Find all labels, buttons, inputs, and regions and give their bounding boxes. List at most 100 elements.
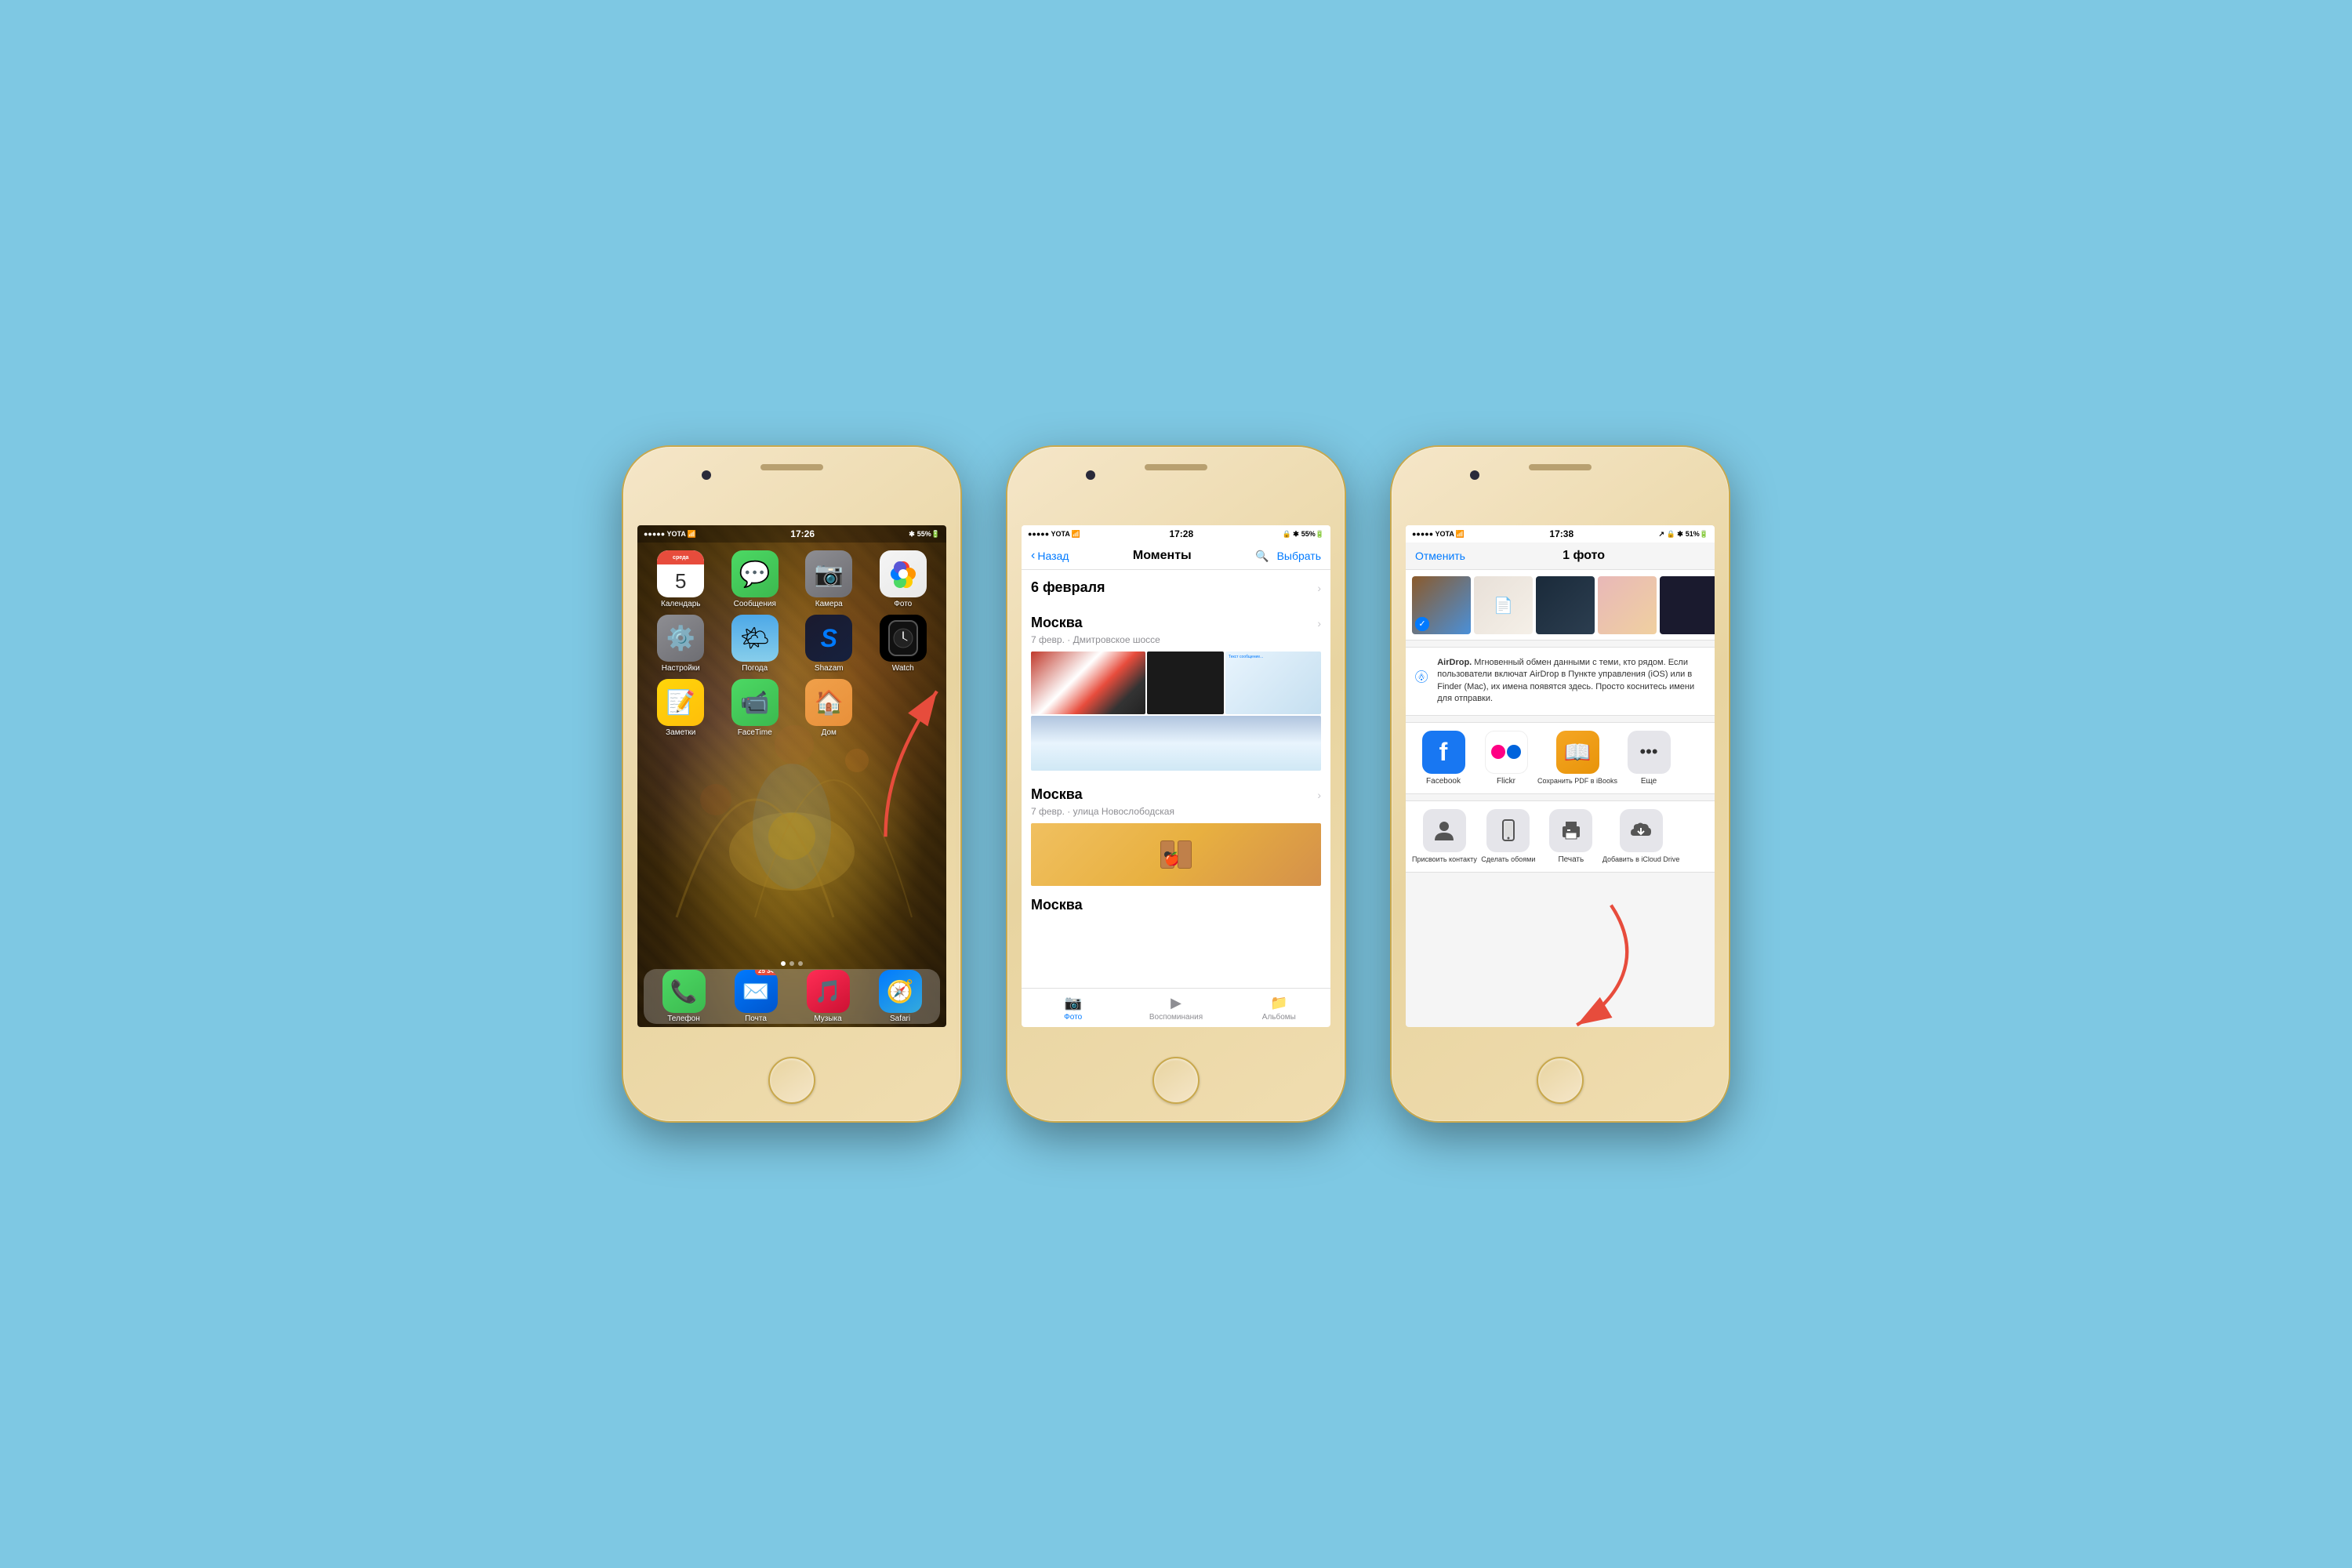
- photos-content: 6 февраля › Москва › 7 февр. · Дмитровск…: [1022, 570, 1330, 988]
- time-1: 17:26: [790, 528, 815, 539]
- dot-2: [789, 961, 794, 966]
- home-button-2[interactable]: [1152, 1057, 1200, 1104]
- icloud-label: Добавить в iCloud Drive: [1602, 855, 1680, 863]
- thumb-4[interactable]: [1598, 576, 1657, 634]
- thumb-blue-text[interactable]: Текст сообщение...: [1225, 652, 1321, 714]
- home-button-1[interactable]: [768, 1057, 815, 1104]
- home-button-3[interactable]: [1537, 1057, 1584, 1104]
- chevron-moscow1: ›: [1317, 617, 1321, 630]
- tab-memories-label: Воспоминания: [1149, 1013, 1203, 1022]
- thumb-snow[interactable]: [1031, 716, 1321, 771]
- thumb-dark[interactable]: [1147, 652, 1224, 714]
- thumb-text: Текст сообщение...: [1229, 655, 1263, 659]
- dock-mail[interactable]: ✉️ 25 340 Почта: [735, 970, 778, 1023]
- thumb-5[interactable]: [1660, 576, 1715, 634]
- wallpaper-icon: [1486, 809, 1530, 852]
- wifi-icon-1: 📶: [688, 530, 696, 539]
- calendar-day: 5: [675, 569, 686, 593]
- thumb-selected[interactable]: ✓: [1412, 576, 1471, 634]
- share-app: ●●●●● YOTA 📶 17:38 ↗ 🔒 ✱ 51%🔋 Отменить 1…: [1406, 525, 1715, 1027]
- action-icloud[interactable]: Добавить в iCloud Drive: [1602, 809, 1680, 864]
- dock-safari[interactable]: 🧭 Safari: [879, 970, 922, 1023]
- app-settings[interactable]: ⚙️ Настройки: [647, 615, 715, 673]
- phone-thumb-1: 🍎: [1160, 840, 1174, 869]
- dot-3: [798, 961, 803, 966]
- dock-music[interactable]: 🎵 Музыка: [807, 970, 850, 1023]
- ibooks-label: Сохранить PDF в iBooks: [1537, 777, 1617, 785]
- photos-icon-svg: [887, 558, 919, 590]
- calendar-label: Календарь: [661, 600, 700, 608]
- action-contact[interactable]: Присвоить контакту: [1412, 809, 1477, 864]
- section-moscow2[interactable]: Москва ›: [1022, 777, 1330, 806]
- person-svg: [1432, 818, 1456, 842]
- status-left-3: ●●●●● YOTA 📶: [1412, 530, 1465, 539]
- app-weather[interactable]: 🌤 Погода: [721, 615, 789, 673]
- tab-photos[interactable]: 📷 Фото: [1022, 989, 1124, 1027]
- thumb-phones-img: 🍎: [1031, 823, 1321, 886]
- camera-dot-3: [1470, 470, 1479, 480]
- phone-icon: 📞: [662, 970, 706, 1013]
- cancel-button[interactable]: Отменить: [1415, 550, 1465, 562]
- safari-icon: 🧭: [879, 970, 922, 1013]
- share-ibooks[interactable]: 📖 Сохранить PDF в iBooks: [1537, 731, 1617, 786]
- app-camera[interactable]: 📷 Камера: [795, 550, 863, 608]
- section-moscow3[interactable]: Москва: [1022, 887, 1330, 916]
- city-moscow3: Москва: [1031, 897, 1083, 913]
- thumb-2[interactable]: 📄: [1474, 576, 1533, 634]
- action-print[interactable]: Печать: [1540, 809, 1602, 864]
- app-watch[interactable]: Watch: [869, 615, 938, 673]
- phone-1-wrapper: ●●●●● YOTA 📶 17:26 ✱ 55%🔋: [623, 447, 960, 1121]
- time-3: 17:38: [1549, 528, 1573, 539]
- search-button[interactable]: 🔍: [1255, 550, 1269, 563]
- contact-icon: [1423, 809, 1466, 852]
- thumb-3-img: [1536, 576, 1595, 634]
- chevron-feb6: ›: [1317, 582, 1321, 594]
- time-2: 17:28: [1169, 528, 1193, 539]
- bt-icon-1: ✱: [909, 530, 915, 539]
- thumb-phones[interactable]: 🍎: [1031, 823, 1321, 886]
- camera-dot-1: [702, 470, 711, 480]
- weather-label: Погода: [742, 664, 768, 673]
- home-label: Дом: [822, 728, 837, 737]
- tab-memories-icon: ▶: [1171, 995, 1181, 1011]
- safari-label: Safari: [890, 1014, 910, 1023]
- select-button[interactable]: Выбрать: [1277, 550, 1321, 563]
- airdrop-description: AirDrop. Мгновенный обмен данными с теми…: [1437, 657, 1705, 706]
- app-facetime[interactable]: 📹 FaceTime: [721, 679, 789, 737]
- action-wallpaper[interactable]: Сделать обоями: [1477, 809, 1540, 864]
- status-bar-2: ●●●●● YOTA 📶 17:28 🔒 ✱ 55%🔋: [1022, 525, 1330, 543]
- icloud-icon: [1620, 809, 1663, 852]
- app-home[interactable]: 🏠 Дом: [795, 679, 863, 737]
- section-feb6[interactable]: 6 февраля ›: [1022, 570, 1330, 599]
- share-flickr[interactable]: Flickr: [1475, 731, 1537, 786]
- music-icon: 🎵: [807, 970, 850, 1013]
- tab-memories[interactable]: ▶ Воспоминания: [1124, 989, 1227, 1027]
- carrier-1: ●●●●● YOTA: [644, 530, 686, 538]
- thumb-vr[interactable]: [1031, 652, 1145, 714]
- dock-phone[interactable]: 📞 Телефон: [662, 970, 706, 1023]
- date-feb6: 6 февраля: [1031, 579, 1105, 596]
- fb-f: f: [1439, 738, 1448, 767]
- print-icon: [1549, 809, 1592, 852]
- back-label: Назад: [1037, 550, 1069, 562]
- share-more[interactable]: ••• Еще: [1617, 731, 1680, 786]
- tab-albums[interactable]: 📁 Альбомы: [1228, 989, 1330, 1027]
- airdrop-title: AirDrop.: [1437, 658, 1472, 667]
- section-moscow1[interactable]: Москва ›: [1022, 605, 1330, 634]
- bt-3: ↗ 🔒 ✱: [1658, 530, 1682, 539]
- app-photos[interactable]: Фото: [869, 550, 938, 608]
- status-left-2: ●●●●● YOTA 📶: [1028, 530, 1080, 539]
- app-messages[interactable]: 💬 Сообщения: [721, 550, 789, 608]
- camera-label: Камера: [815, 600, 843, 608]
- contact-label: Присвоить контакту: [1412, 855, 1477, 863]
- chevron-moscow2: ›: [1317, 789, 1321, 801]
- share-facebook[interactable]: f Facebook: [1412, 731, 1475, 786]
- app-shazam[interactable]: S Shazam: [795, 615, 863, 673]
- app-calendar[interactable]: среда 5 Календарь: [647, 550, 715, 608]
- mail-badge: 25 340: [755, 970, 777, 975]
- phone-thumb-2: [1178, 840, 1192, 869]
- thumb-3[interactable]: [1536, 576, 1595, 634]
- back-button[interactable]: ‹ Назад: [1031, 549, 1069, 563]
- app-notes[interactable]: 📝 Заметки: [647, 679, 715, 737]
- nav-actions: 🔍 Выбрать: [1255, 550, 1321, 563]
